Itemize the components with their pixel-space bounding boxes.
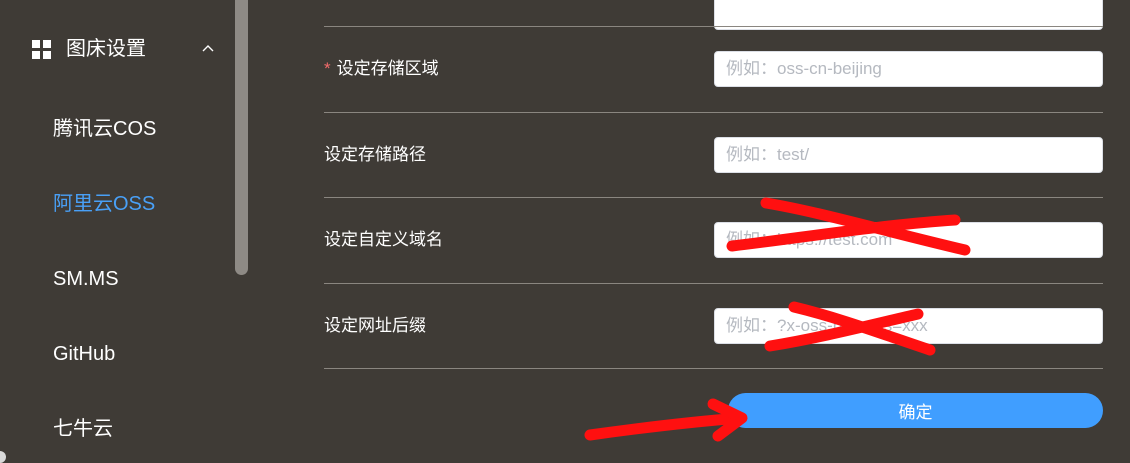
sidebar-item-label: 阿里云OSS xyxy=(53,193,156,215)
form-row-domain: 设定自定义域名 xyxy=(324,198,1103,283)
chevron-up-icon[interactable] xyxy=(200,40,216,56)
form-row-suffix: 设定网址后缀 xyxy=(324,284,1103,369)
sidebar: 图床设置 腾讯云COS 阿里云OSS SM.MS GitHub 七牛云 xyxy=(0,0,248,457)
menu-group-label: 图床设置 xyxy=(66,38,146,60)
path-input[interactable] xyxy=(714,137,1103,173)
arrow-shaft xyxy=(584,412,746,441)
path-label: 设定存储路径 xyxy=(324,145,426,164)
sidebar-item-qiniu[interactable]: 七牛云 xyxy=(0,404,234,454)
region-label-text: 设定存储区域 xyxy=(336,59,439,78)
form-row-region: * 设定存储区域 xyxy=(324,27,1103,112)
domain-label: 设定自定义域名 xyxy=(324,230,443,249)
region-label: * 设定存储区域 xyxy=(324,58,439,80)
form-row-path: 设定存储路径 xyxy=(324,113,1103,198)
confirm-button[interactable]: 确定 xyxy=(728,393,1103,428)
sidebar-scrollbar[interactable] xyxy=(235,0,248,275)
divider xyxy=(324,368,1103,369)
suffix-input[interactable] xyxy=(714,308,1103,344)
grid-icon xyxy=(32,40,51,59)
sidebar-item-aliyun-oss[interactable]: 阿里云OSS xyxy=(0,179,234,229)
sidebar-item-tencent-cos[interactable]: 腾讯云COS xyxy=(0,104,234,154)
sidebar-item-smms[interactable]: SM.MS xyxy=(0,254,234,304)
sidebar-item-github[interactable]: GitHub xyxy=(0,329,234,379)
domain-input[interactable] xyxy=(714,222,1103,258)
suffix-label: 设定网址后缀 xyxy=(324,316,426,335)
sidebar-item-label: 腾讯云COS xyxy=(53,118,157,140)
sidebar-item-label: SM.MS xyxy=(53,268,119,290)
sidebar-item-label: 七牛云 xyxy=(53,418,113,440)
sidebar-item-label: GitHub xyxy=(53,343,116,365)
required-star: * xyxy=(324,59,331,78)
menu-group-image-hosting[interactable]: 图床设置 xyxy=(0,22,234,76)
region-input[interactable] xyxy=(714,51,1103,87)
